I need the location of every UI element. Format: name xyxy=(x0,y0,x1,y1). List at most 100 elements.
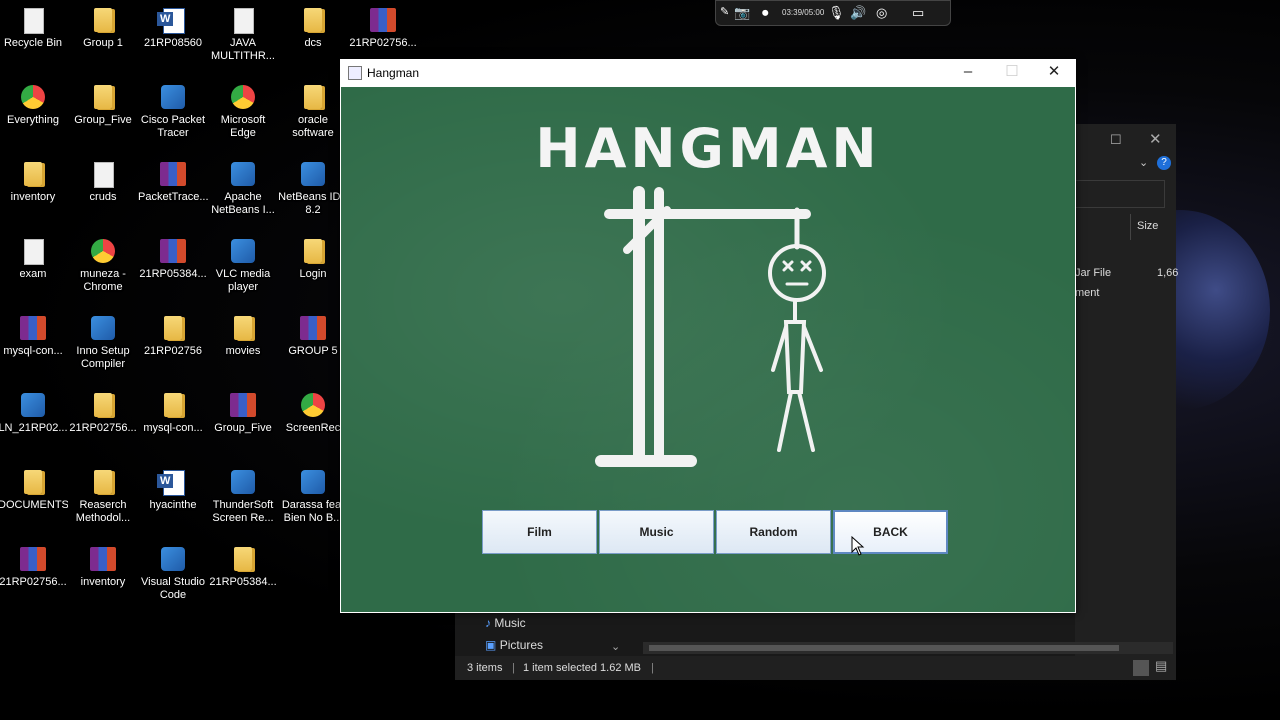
folder-icon-shape xyxy=(94,470,112,494)
mouse-cursor-icon xyxy=(851,536,865,556)
app-icon xyxy=(20,393,46,419)
desktop-icon[interactable]: inventory xyxy=(68,543,138,619)
speaker-icon[interactable]: 🔊 xyxy=(850,5,866,21)
desktop-icon[interactable]: 21RP02756... xyxy=(68,389,138,465)
folder-icon xyxy=(20,162,46,188)
desktop-icon[interactable]: NetBeans IDE 8.2 xyxy=(278,158,348,234)
category-button-row: Film Music Random BACK xyxy=(482,510,950,554)
chevron-down-icon[interactable]: ⌄ xyxy=(1139,156,1148,169)
pen-icon[interactable]: ✎ xyxy=(720,5,729,18)
microphone-icon[interactable]: 🎙 xyxy=(828,5,845,21)
desktop-icon-label: dcs xyxy=(304,37,322,49)
status-items: 3 items xyxy=(467,662,503,674)
desktop-icon[interactable]: movies xyxy=(208,312,278,388)
folder-icon-shape xyxy=(304,239,322,263)
desktop-icon[interactable]: Microsoft Edge xyxy=(208,81,278,157)
desktop-icon[interactable]: Everything xyxy=(0,81,68,157)
details-view-icon[interactable] xyxy=(1133,660,1149,676)
desktop-icon[interactable]: muneza - Chrome xyxy=(68,235,138,311)
desktop-icon[interactable]: PacketTrace... xyxy=(138,158,208,234)
webcam-icon[interactable]: ◎ xyxy=(876,5,887,21)
rar-icon-shape xyxy=(160,162,186,186)
horizontal-scrollbar[interactable] xyxy=(643,642,1173,654)
title-bar[interactable]: Hangman – ☐ ✕ xyxy=(340,59,1076,87)
desktop-icon-label: hyacinthe xyxy=(149,499,197,511)
window-icon[interactable]: ▭ xyxy=(912,5,924,21)
column-size[interactable]: Size xyxy=(1137,220,1158,232)
desktop-icon[interactable]: Cisco Packet Tracer xyxy=(138,81,208,157)
desktop-icon[interactable]: exam xyxy=(0,235,68,311)
hangman-drawing xyxy=(595,186,826,467)
desktop-icon[interactable]: 21RP05384... xyxy=(208,543,278,619)
desktop-icon[interactable]: JAVA MULTITHR... xyxy=(208,4,278,80)
app-icon-shape xyxy=(21,393,45,417)
search-box[interactable] xyxy=(1075,180,1165,208)
desktop-icon[interactable]: Inno Setup Compiler xyxy=(68,312,138,388)
desktop-icon-label: movies xyxy=(225,345,261,357)
file-row-type[interactable]: Jar File xyxy=(1075,267,1111,279)
nav-item-pictures[interactable]: ▣ Pictures xyxy=(485,638,543,652)
minimize-button[interactable]: – xyxy=(946,59,990,87)
nav-item-music[interactable]: ♪ Music xyxy=(485,616,526,630)
desktop-icon-label: 21RP02756... xyxy=(349,37,417,49)
film-button[interactable]: Film xyxy=(482,510,597,554)
random-button[interactable]: Random xyxy=(716,510,831,554)
desktop-icon[interactable]: 21RP08560 xyxy=(138,4,208,80)
file-row-type-2[interactable]: ment xyxy=(1075,287,1099,299)
desktop-icon[interactable]: cruds xyxy=(68,158,138,234)
desktop-icon[interactable]: Login xyxy=(278,235,348,311)
doc-icon-shape xyxy=(24,239,44,265)
maximize-button[interactable]: ☐ xyxy=(990,59,1034,87)
help-icon[interactable]: ? xyxy=(1157,156,1171,170)
desktop-icon[interactable]: Darassa feat Bien No B... xyxy=(278,466,348,542)
desktop-icon-label: LN_21RP02... xyxy=(0,422,68,434)
close-button[interactable]: ✕ xyxy=(1032,59,1076,87)
desktop-icon[interactable]: Recycle Bin xyxy=(0,4,68,80)
nav-scroll-down-icon[interactable]: ⌄ xyxy=(611,640,620,653)
app-icon-shape xyxy=(301,470,325,494)
desktop-icon[interactable]: mysql-con... xyxy=(138,389,208,465)
desktop-icon[interactable]: ScreenRec xyxy=(278,389,348,465)
camera-icon[interactable]: 📷 xyxy=(734,5,750,21)
desktop-icon[interactable]: LN_21RP02... xyxy=(0,389,68,465)
desktop-icon[interactable]: 21RP02756 xyxy=(138,312,208,388)
window-title: Hangman xyxy=(367,66,420,80)
folder-icon xyxy=(300,85,326,111)
desktop-icon[interactable]: VLC media player xyxy=(208,235,278,311)
maximize-icon[interactable]: ☐ xyxy=(1110,132,1122,148)
record-icon[interactable]: ⏺ xyxy=(762,5,769,21)
folder-icon xyxy=(90,393,116,419)
doc-icon xyxy=(230,8,256,34)
desktop-icon[interactable]: DOCUMENTS xyxy=(0,466,68,542)
desktop-icon[interactable]: Reaserch Methodol... xyxy=(68,466,138,542)
folder-icon xyxy=(300,239,326,265)
desktop-icon[interactable]: Group_Five xyxy=(68,81,138,157)
desktop-icon[interactable]: mysql-con... xyxy=(0,312,68,388)
desktop-icon-label: ScreenRec xyxy=(285,422,341,434)
desktop-icon-label: 21RP05384... xyxy=(209,576,277,588)
desktop-icon-label: exam xyxy=(19,268,47,280)
desktop-icon[interactable]: dcs xyxy=(278,4,348,80)
desktop-icon[interactable]: inventory xyxy=(0,158,68,234)
desktop-icon[interactable]: Visual Studio Code xyxy=(138,543,208,619)
desktop-icon[interactable]: 21RP05384... xyxy=(138,235,208,311)
desktop-icon[interactable]: hyacinthe xyxy=(138,466,208,542)
music-button[interactable]: Music xyxy=(599,510,714,554)
desktop-icon[interactable]: oracle software xyxy=(278,81,348,157)
scrollbar-thumb[interactable] xyxy=(649,645,1119,651)
desktop-icon[interactable]: Apache NetBeans I... xyxy=(208,158,278,234)
folder-icon-shape xyxy=(304,8,322,32)
desktop-icon[interactable]: GROUP 5 xyxy=(278,312,348,388)
stickman-body xyxy=(783,320,807,394)
folder-icon-shape xyxy=(94,393,112,417)
desktop-icon[interactable]: Group 1 xyxy=(68,4,138,80)
folder-icon-shape xyxy=(24,162,42,186)
tiles-view-icon[interactable]: ▤ xyxy=(1155,658,1167,674)
rar-icon-shape xyxy=(370,8,396,32)
desktop-icon[interactable]: ThunderSoft Screen Re... xyxy=(208,466,278,542)
desktop-icon[interactable]: Group_Five xyxy=(208,389,278,465)
desktop-icon[interactable]: 21RP02756... xyxy=(0,543,68,619)
desktop-icon-label: Apache NetBeans I... xyxy=(211,191,275,216)
word-icon-shape xyxy=(163,470,185,496)
close-icon[interactable]: ✕ xyxy=(1149,130,1162,148)
